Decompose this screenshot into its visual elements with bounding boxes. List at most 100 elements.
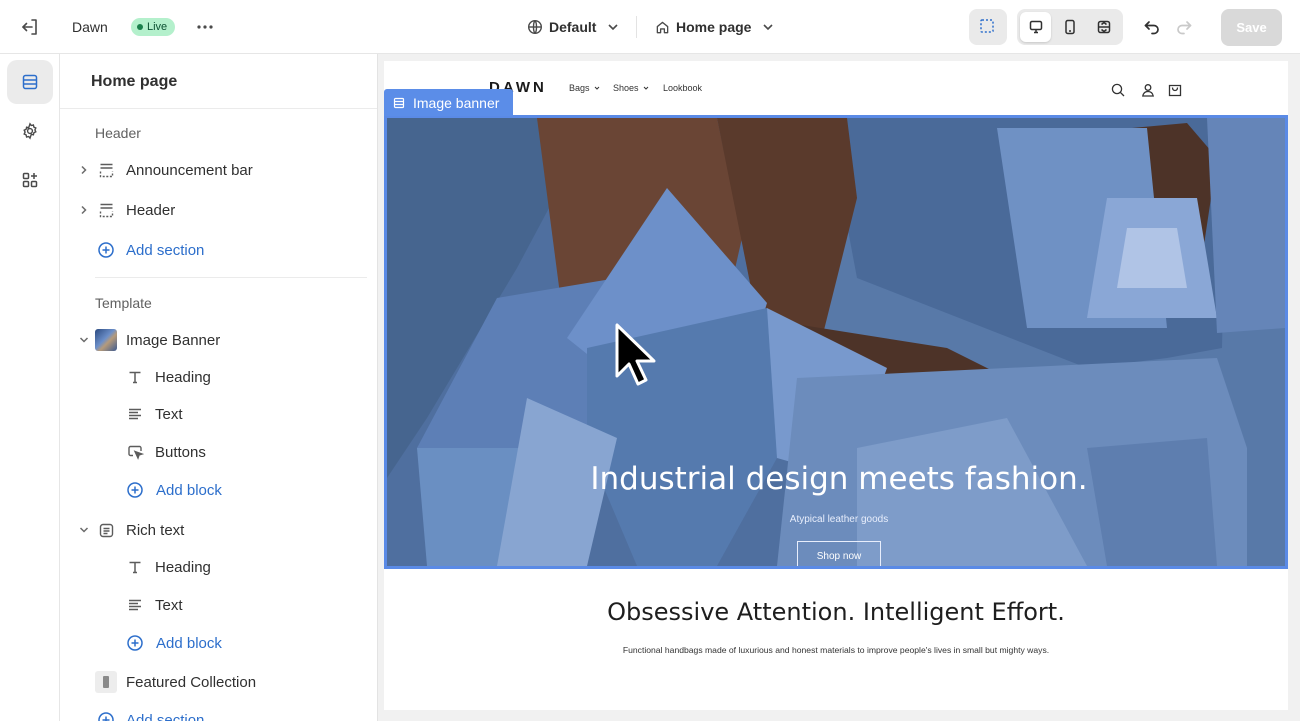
chevron-down-icon [78, 524, 90, 536]
home-icon [655, 20, 670, 35]
store-preview: DAWN Bags Shoes Lookbook [384, 61, 1288, 710]
chevron-down-icon [78, 334, 90, 346]
section-item-rich-text[interactable]: Rich text [60, 515, 378, 545]
theme-name: Dawn [72, 19, 108, 35]
page-selector[interactable]: Home page [655, 14, 775, 40]
chevron-down-icon [642, 84, 650, 92]
add-block-button-rich-text[interactable]: Add block [60, 628, 378, 658]
save-button[interactable]: Save [1221, 9, 1282, 46]
live-badge-label: Live [147, 18, 167, 36]
apps-icon [21, 171, 39, 189]
text-lines-icon [126, 596, 144, 614]
select-cursor-icon [979, 18, 997, 36]
template-group-label: Template [95, 295, 152, 311]
button-cursor-icon [126, 443, 144, 461]
section-layout-icon [393, 97, 405, 109]
sections-nav-button[interactable] [7, 60, 53, 104]
block-label: Text [155, 406, 183, 423]
divider [95, 277, 367, 278]
chevron-right-icon [78, 204, 90, 216]
divider [60, 108, 378, 109]
exit-icon[interactable] [18, 15, 42, 39]
add-block-button-banner[interactable]: Add block [60, 475, 378, 505]
full-width-view-button[interactable] [1089, 12, 1120, 42]
globe-icon [527, 19, 543, 35]
redo-icon[interactable] [1173, 16, 1195, 38]
section-layout-icon [97, 201, 115, 219]
add-section-button-template[interactable]: Add section [60, 705, 378, 721]
add-section-label: Add section [126, 712, 204, 721]
section-label: Header [126, 202, 175, 219]
topbar-divider [636, 16, 637, 38]
nav-item-shoes[interactable]: Shoes [613, 83, 650, 93]
nav-label: Lookbook [663, 83, 702, 93]
add-block-label: Add block [156, 482, 222, 499]
block-item-heading[interactable]: Heading [60, 362, 378, 392]
block-item-text[interactable]: Text [60, 399, 378, 429]
live-badge: Live [131, 18, 175, 36]
more-actions-icon[interactable] [194, 16, 216, 38]
block-label: Buttons [155, 444, 206, 461]
desktop-icon [1028, 19, 1044, 35]
cart-icon[interactable] [1167, 82, 1183, 98]
sidebar-title: Home page [91, 73, 177, 91]
text-lines-icon [126, 405, 144, 423]
mobile-view-button[interactable] [1054, 12, 1085, 42]
inspector-button[interactable] [969, 9, 1007, 45]
rich-text-body[interactable]: Functional handbags made of luxurious an… [384, 645, 1288, 655]
banner-heading[interactable]: Industrial design meets fashion. [387, 461, 1288, 497]
image-thumbnail [95, 329, 117, 351]
apps-nav-button[interactable] [7, 158, 53, 202]
block-label: Text [155, 597, 183, 614]
nav-item-lookbook[interactable]: Lookbook [663, 83, 702, 93]
section-item-header[interactable]: Header [60, 195, 378, 225]
chevron-down-icon [593, 84, 601, 92]
viewport-switcher [1017, 9, 1123, 45]
section-label: Image Banner [126, 332, 220, 349]
add-section-button-header[interactable]: Add section [60, 235, 378, 265]
nav-label: Bags [569, 83, 590, 93]
block-item-text[interactable]: Text [60, 590, 378, 620]
chevron-down-icon [761, 20, 775, 34]
product-thumbnail [95, 671, 117, 693]
selected-section-label: Image banner [413, 95, 499, 111]
section-item-image-banner[interactable]: Image Banner [60, 325, 378, 355]
add-block-label: Add block [156, 635, 222, 652]
mobile-icon [1062, 19, 1078, 35]
expand-icon [1096, 19, 1112, 35]
account-icon[interactable] [1140, 82, 1156, 98]
live-dot-icon [137, 24, 143, 30]
block-item-buttons[interactable]: Buttons [60, 437, 378, 467]
rich-text-heading[interactable]: Obsessive Attention. Intelligent Effort. [384, 598, 1288, 626]
mouse-cursor-icon [614, 322, 658, 388]
section-item-featured-collection[interactable]: Featured Collection [60, 667, 378, 697]
plus-circle-icon [126, 481, 144, 499]
page-selector-label: Home page [676, 19, 751, 35]
store-header[interactable]: DAWN Bags Shoes Lookbook [384, 61, 1288, 117]
template-selector-label: Default [549, 19, 596, 35]
header-group-label: Header [95, 125, 141, 141]
sections-icon [21, 73, 39, 91]
plus-circle-icon [97, 711, 115, 721]
block-label: Heading [155, 369, 211, 386]
nav-label: Shoes [613, 83, 639, 93]
add-section-label: Add section [126, 242, 204, 259]
chevron-right-icon [78, 164, 90, 176]
undo-icon[interactable] [1141, 16, 1163, 38]
template-selector[interactable]: Default [527, 14, 620, 40]
nav-item-bags[interactable]: Bags [569, 83, 601, 93]
image-banner-section[interactable]: Industrial design meets fashion. Atypica… [384, 115, 1288, 569]
section-label: Rich text [126, 522, 184, 539]
search-icon[interactable] [1110, 82, 1126, 98]
rich-text-icon [97, 521, 115, 539]
section-label: Announcement bar [126, 162, 253, 179]
shop-now-button[interactable]: Shop now [797, 541, 881, 569]
section-layout-icon [97, 161, 115, 179]
theme-settings-nav-button[interactable] [7, 109, 53, 153]
block-item-heading[interactable]: Heading [60, 552, 378, 582]
sections-sidebar: Home page Header Announcement bar Header… [60, 54, 378, 721]
section-item-announcement-bar[interactable]: Announcement bar [60, 155, 378, 185]
desktop-view-button[interactable] [1020, 12, 1051, 42]
banner-subheading[interactable]: Atypical leather goods [387, 514, 1288, 525]
chevron-down-icon [606, 20, 620, 34]
